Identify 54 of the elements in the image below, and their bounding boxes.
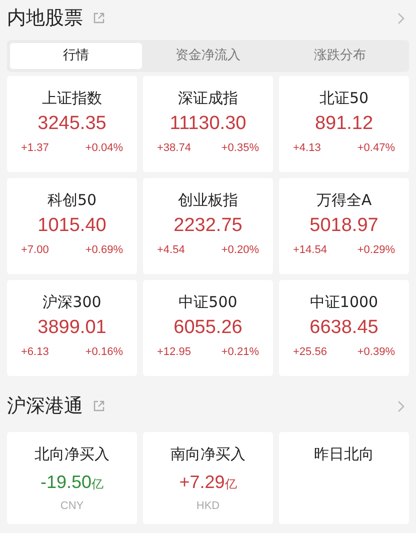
unit-label: 亿 [92, 476, 104, 493]
index-name: 万得全A [316, 190, 372, 210]
index-name: 深证成指 [178, 88, 238, 108]
chevron-right-icon[interactable] [397, 400, 405, 412]
section-title: 内地股票 [7, 6, 83, 31]
share-icon [93, 12, 105, 24]
change-percent: +0.35% [221, 141, 259, 156]
index-value: 6055.26 [174, 316, 242, 340]
tab[interactable]: 涨跌分布 [274, 43, 406, 69]
index-name: 上证指数 [42, 88, 102, 108]
change-value: +25.56 [293, 345, 327, 360]
index-value: 5018.97 [310, 214, 378, 238]
tab[interactable]: 资金净流入 [142, 43, 274, 69]
change-percent: +0.39% [357, 345, 395, 360]
section-title: 沪深港通 [7, 394, 83, 419]
change-value: +1.37 [21, 141, 49, 156]
tab[interactable]: 行情 [10, 43, 142, 69]
index-value: 3899.01 [38, 316, 106, 340]
index-value: 2232.75 [174, 214, 242, 238]
index-name: 沪深300 [42, 292, 102, 312]
chevron-right-icon[interactable] [397, 12, 405, 24]
index-name: 科创50 [47, 190, 97, 210]
currency-label: CNY [60, 499, 84, 514]
index-value: 3245.35 [38, 112, 106, 136]
change-value: +6.13 [21, 345, 49, 360]
change-percent: +0.21% [221, 345, 259, 360]
index-name: 北向净买入 [34, 444, 110, 464]
change-percent: +0.04% [85, 141, 123, 156]
change-percent: +0.29% [357, 243, 395, 258]
change-percent: +0.16% [85, 345, 123, 360]
index-value: 11130.30 [170, 112, 246, 136]
index-value: 891.12 [314, 112, 374, 136]
index-name: 昨日北向 [314, 444, 374, 464]
change-percent: +0.69% [85, 243, 123, 258]
change-value: +38.74 [157, 141, 191, 156]
share-icon [93, 400, 105, 412]
change-value: +4.13 [293, 141, 321, 156]
change-percent: +0.47% [357, 141, 395, 156]
currency-label: HKD [196, 499, 220, 514]
index-name: 中证500 [178, 292, 238, 312]
index-name: 创业板指 [178, 190, 238, 210]
index-name: 中证1000 [310, 292, 378, 312]
change-percent: +0.20% [221, 243, 259, 258]
index-name: 南向净买入 [170, 444, 246, 464]
flow-value: +7.29 [179, 471, 225, 494]
change-value: +7.00 [21, 243, 49, 258]
index-value: 1015.40 [38, 214, 106, 238]
index-value: 6638.45 [310, 316, 378, 340]
flow-value: -19.50 [40, 471, 92, 494]
change-value: +12.95 [157, 345, 191, 360]
unit-label: 亿 [224, 476, 237, 493]
change-value: +4.54 [157, 243, 185, 258]
change-value: +14.54 [293, 243, 327, 258]
index-name: 北证50 [319, 88, 369, 108]
